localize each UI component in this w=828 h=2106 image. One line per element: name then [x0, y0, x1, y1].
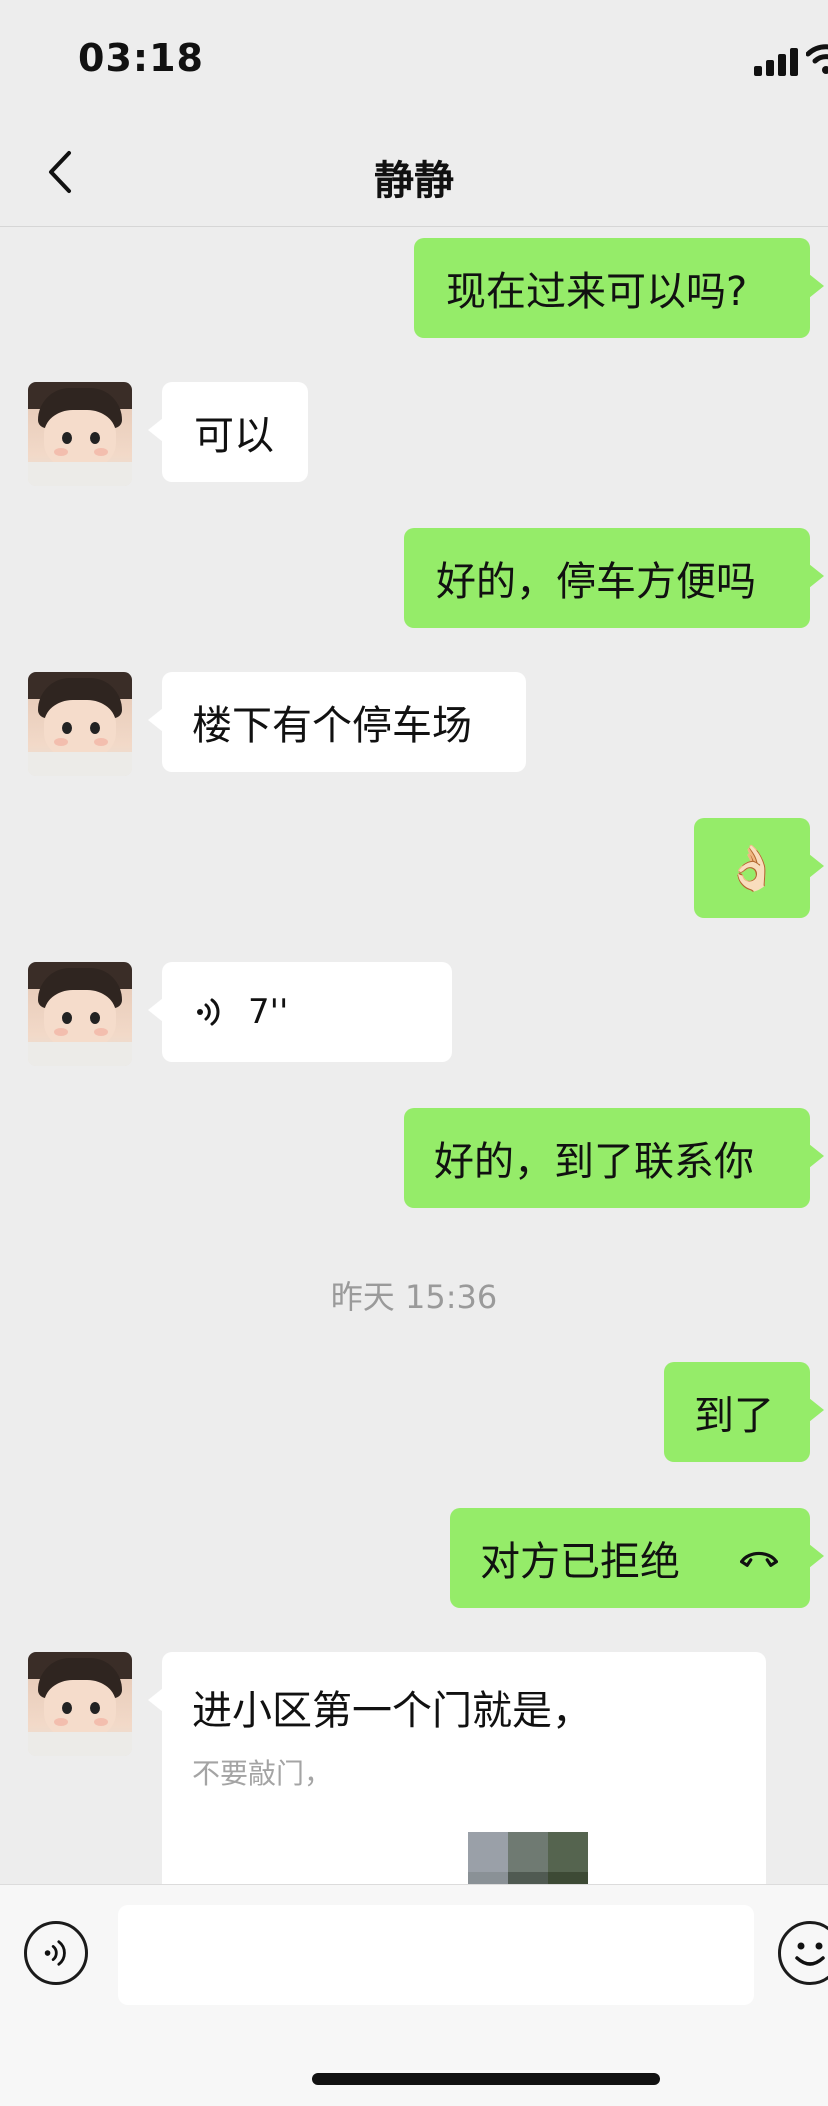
message-input[interactable] [118, 1905, 754, 2005]
message-timestamp: 昨天 15:36 [330, 1278, 498, 1316]
emoji-icon [795, 1942, 825, 1966]
call-status-text: 对方已拒绝 [480, 1539, 680, 1585]
message-subtext: 不要敲门， [192, 1757, 333, 1790]
message-outgoing[interactable]: 到了 [664, 1362, 824, 1462]
message-incoming[interactable]: 进小区第一个门就是， 不要敲门， [148, 1652, 766, 1912]
contact-avatar[interactable] [28, 1652, 132, 1756]
voice-duration: 7'' [248, 992, 289, 1032]
input-bar [0, 1884, 828, 2106]
emoji-button[interactable] [778, 1921, 828, 1985]
voice-message[interactable]: 7'' [148, 962, 452, 1062]
message-text: 现在过来可以吗? [446, 269, 748, 315]
ok-hand-emoji: 👌🏻 [724, 843, 780, 894]
message-outgoing[interactable]: 好的，到了联系你 [404, 1108, 824, 1208]
message-incoming[interactable]: 可以 [148, 382, 308, 482]
message-text: 可以 [194, 413, 274, 459]
voice-toggle-icon [44, 1940, 66, 1966]
call-record-message[interactable]: 对方已拒绝 [450, 1508, 824, 1608]
message-outgoing-emoji[interactable]: 👌🏻 [694, 818, 824, 918]
message-incoming[interactable]: 楼下有个停车场 [148, 672, 526, 772]
contact-avatar[interactable] [28, 382, 132, 486]
contact-avatar[interactable] [28, 672, 132, 776]
chat-screen: 03:18 静静 现在过来可以吗? 可以 好的，停车方便吗 楼下有个停车场 👌🏻… [0, 0, 828, 2106]
message-text: 到了 [694, 1393, 774, 1439]
message-outgoing[interactable]: 现在过来可以吗? [414, 238, 824, 338]
message-text: 进小区第一个门就是， [192, 1688, 592, 1734]
message-text: 好的，到了联系你 [434, 1139, 754, 1185]
voice-toggle-button[interactable] [24, 1921, 88, 1985]
message-text: 好的，停车方便吗 [436, 559, 756, 605]
message-text: 楼下有个停车场 [192, 703, 472, 749]
voice-wave-icon [197, 998, 220, 1026]
contact-avatar[interactable] [28, 962, 132, 1066]
message-list: 现在过来可以吗? 可以 好的，停车方便吗 楼下有个停车场 👌🏻 7'' 好的，到… [0, 0, 828, 2106]
phone-hangup-icon [740, 1551, 778, 1567]
message-outgoing[interactable]: 好的，停车方便吗 [404, 528, 824, 628]
home-indicator [312, 2073, 660, 2085]
